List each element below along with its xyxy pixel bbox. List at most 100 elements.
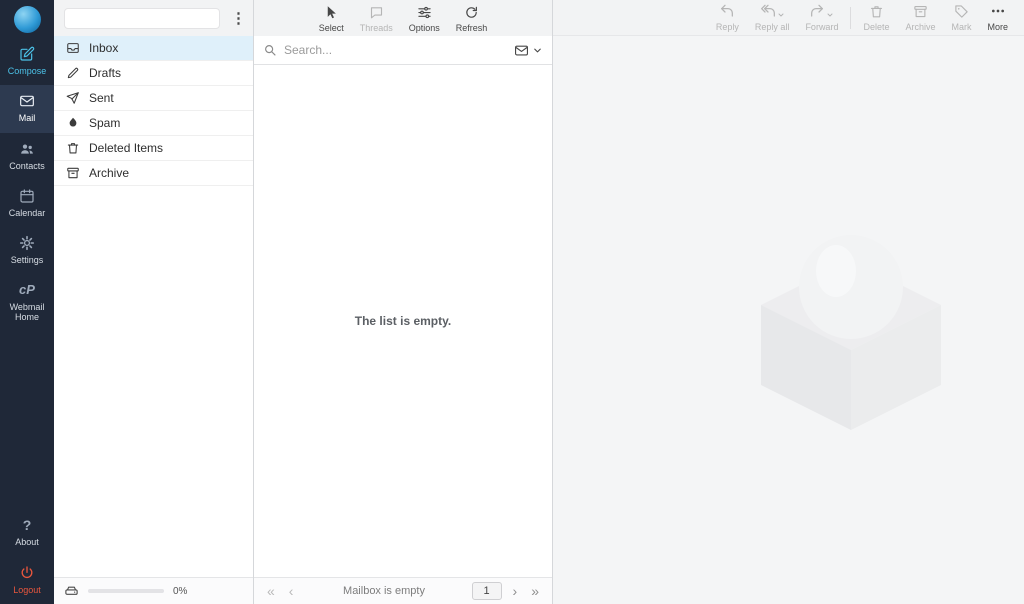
sidebar-item-label: Logout [13,585,41,595]
folder-search-input[interactable] [64,8,220,29]
paper-plane-icon [66,91,80,105]
sidebar-item-logout[interactable]: Logout [0,557,54,604]
last-page-button[interactable]: » [528,583,542,599]
options-button[interactable]: Options [401,2,448,35]
delete-button[interactable]: Delete [855,1,897,34]
sidebar-item-webmail-home[interactable]: cP Webmail Home [0,275,54,332]
sidebar-nav: Compose Mail Contacts Calendar [0,38,54,331]
list-pagination-footer: « ‹ Mailbox is empty › » [254,577,552,604]
mark-button[interactable]: Mark [943,1,979,34]
sidebar-item-about[interactable]: ? About [0,509,54,556]
folder-label: Inbox [89,41,118,55]
threads-button[interactable]: Threads [352,2,401,35]
search-scope-menu[interactable] [514,43,543,58]
chevron-down-icon [826,11,834,19]
question-icon: ? [23,517,32,533]
first-page-button[interactable]: « [264,583,278,599]
mailbox-status-text: Mailbox is empty [304,585,463,597]
message-list-panel: Select Threads Options Refresh [254,0,553,604]
trash-icon [66,141,80,155]
pencil-square-icon [19,46,35,62]
folder-item-drafts[interactable]: Drafts [54,61,253,86]
toolbar-button-label: More [987,22,1008,32]
toolbar-button-label: Forward [805,22,838,32]
cpanel-icon: cP [19,283,35,298]
toolbar-button-label: Delete [863,22,889,32]
folder-item-inbox[interactable]: Inbox [54,36,253,61]
message-search-input[interactable] [284,43,507,57]
reply-button[interactable]: Reply [708,1,747,34]
forward-button[interactable]: Forward [797,1,846,34]
toolbar-button-label: Options [409,23,440,33]
envelope-icon [19,93,35,109]
next-page-button[interactable]: › [510,583,521,599]
archive-box-icon [66,166,80,180]
folder-item-archive[interactable]: Archive [54,161,253,186]
list-toolbar: Select Threads Options Refresh [254,0,552,36]
folder-label: Drafts [89,66,121,80]
inbox-icon [66,41,80,55]
toolbar-button-label: Threads [360,23,393,33]
folder-item-sent[interactable]: Sent [54,86,253,111]
select-button[interactable]: Select [311,2,352,35]
sliders-icon [417,4,432,20]
folder-options-kebab-icon[interactable]: ⋮ [228,11,249,26]
folder-label: Archive [89,166,129,180]
webmail-logo[interactable] [0,0,54,38]
quota-percent-label: 0% [173,586,187,597]
folder-label: Deleted Items [89,141,163,155]
message-view-empty-area [553,36,1024,604]
people-icon [19,141,35,157]
folder-label: Sent [89,91,114,105]
toolbar-button-label: Reply [716,22,739,32]
gear-icon [19,235,35,251]
archive-button[interactable]: Archive [897,1,943,34]
calendar-icon [19,188,35,204]
toolbar-button-label: Select [319,23,344,33]
envelope-icon [514,43,529,58]
webmail-logo-icon [14,6,41,33]
prev-page-button[interactable]: ‹ [286,583,297,599]
quota-footer: 0% [54,577,253,604]
archive-box-icon [913,3,928,19]
sidebar-item-mail[interactable]: Mail [0,85,54,132]
folders-panel: ⋮ Inbox Drafts Sent [54,0,254,604]
more-button[interactable]: More [979,1,1016,34]
sidebar-bottom-nav: ? About Logout [0,509,54,604]
chevron-down-icon [532,45,543,56]
threads-icon [369,4,384,20]
folder-list: Inbox Drafts Sent Spam [54,36,253,577]
toolbar-button-label: Refresh [456,23,488,33]
reply-all-icon [760,3,776,19]
message-view-panel: Reply Reply all [553,0,1024,604]
storage-disk-icon [64,584,79,599]
message-toolbar: Reply Reply all [553,0,1024,36]
page-number-input[interactable] [472,582,502,600]
reply-all-button[interactable]: Reply all [747,1,798,34]
ellipsis-icon [990,3,1006,19]
cursor-icon [324,4,339,20]
sidebar-item-calendar[interactable]: Calendar [0,180,54,227]
sidebar-item-label: Calendar [9,208,46,218]
refresh-button[interactable]: Refresh [448,2,496,35]
folder-item-deleted-items[interactable]: Deleted Items [54,136,253,161]
folder-item-spam[interactable]: Spam [54,111,253,136]
toolbar-button-label: Mark [951,22,971,32]
sidebar-item-compose[interactable]: Compose [0,38,54,85]
sidebar-item-label: Contacts [9,161,45,171]
folders-header: ⋮ [54,0,253,36]
sidebar-item-label: Settings [11,255,44,265]
sidebar-item-label: Webmail Home [2,302,52,323]
search-icon [263,43,277,57]
sidebar-item-contacts[interactable]: Contacts [0,133,54,180]
forward-icon [809,3,825,19]
app-sidebar: Compose Mail Contacts Calendar [0,0,54,604]
toolbar-separator [850,7,851,29]
trash-icon [869,3,884,19]
webmail-app: Compose Mail Contacts Calendar [0,0,1024,604]
reply-icon [719,3,735,19]
quota-progressbar [88,589,164,593]
pencil-icon [66,66,80,80]
sidebar-item-settings[interactable]: Settings [0,227,54,274]
sidebar-item-label: About [15,537,39,547]
